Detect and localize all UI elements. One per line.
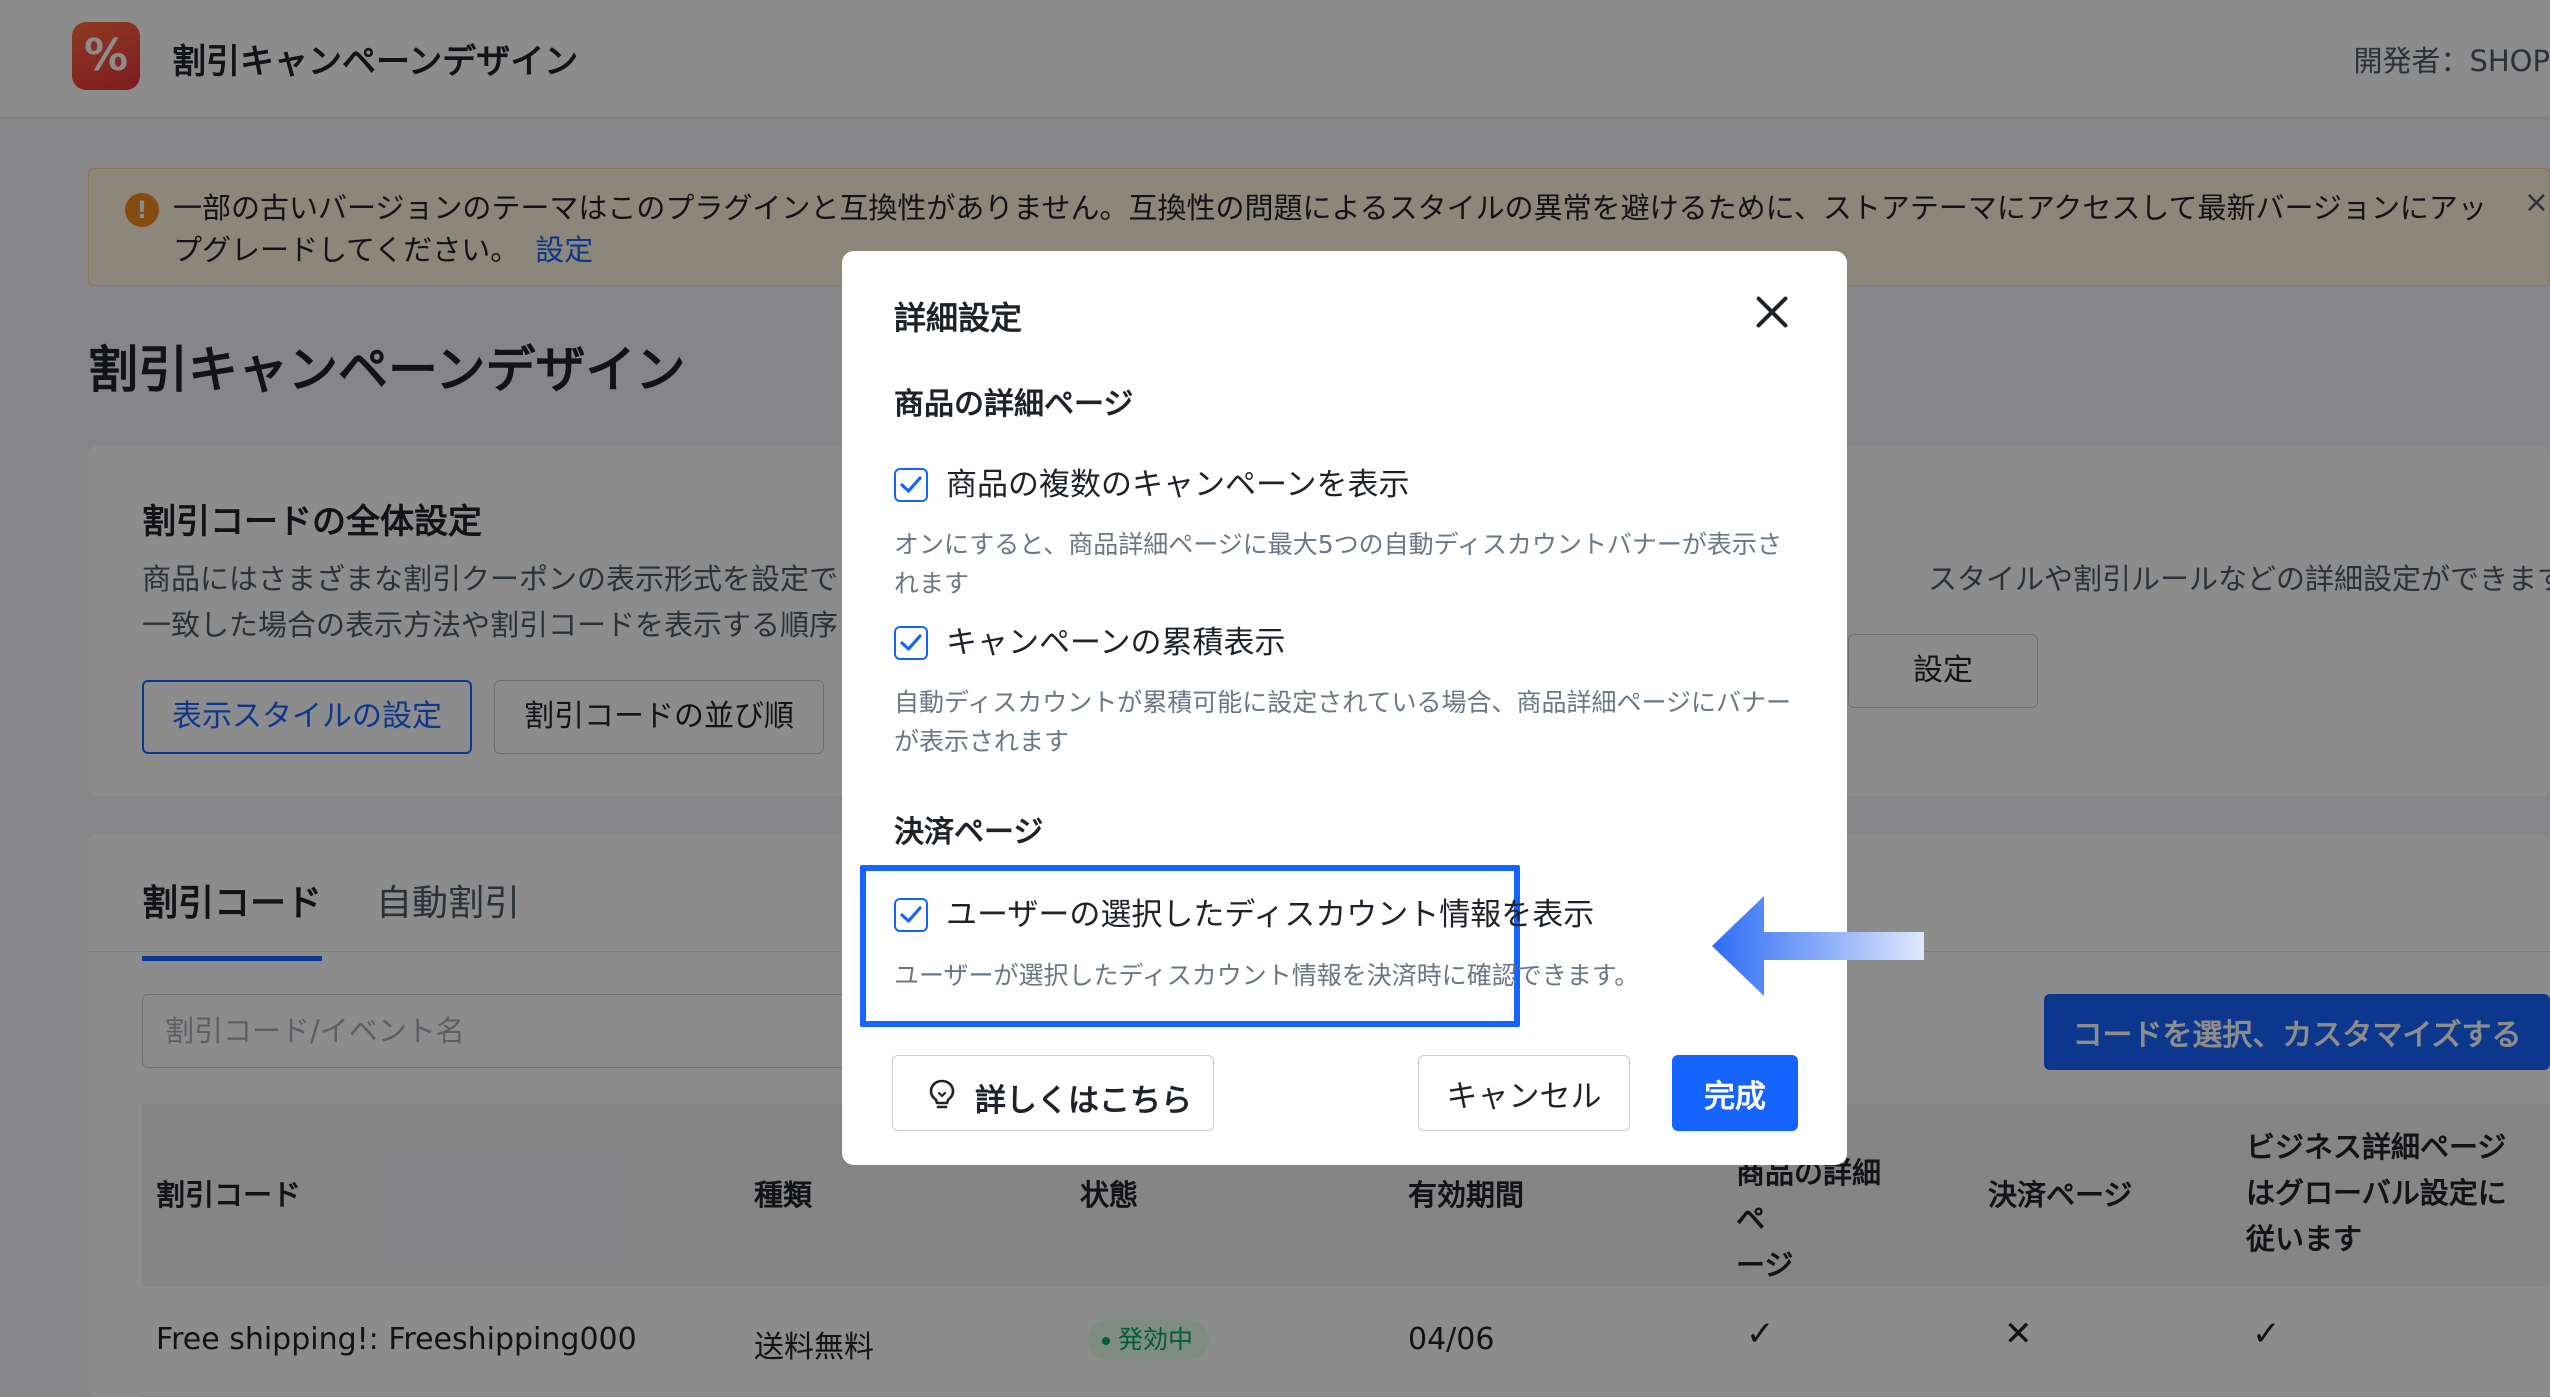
checkmark-icon	[900, 476, 922, 493]
done-button[interactable]: 完成	[1672, 1055, 1798, 1131]
close-icon[interactable]	[1751, 291, 1793, 333]
multi-campaign-help-line-1: オンにすると、商品詳細ページに最大5つの自動ディスカウントバナーが表示さ	[894, 530, 1782, 559]
user-discount-help: ユーザーが選択したディスカウント情報を決済時に確認できます。	[894, 961, 1640, 990]
cumulative-checkbox[interactable]	[894, 626, 928, 660]
checkmark-icon	[900, 634, 922, 651]
multi-campaign-checkbox[interactable]	[894, 468, 928, 502]
user-discount-label: ユーザーの選択したディスカウント情報を表示	[946, 897, 1595, 933]
lightbulb-icon	[929, 1079, 955, 1109]
cancel-button[interactable]: キャンセル	[1418, 1055, 1630, 1131]
cumulative-help-line-1: 自動ディスカウントが累積可能に設定されている場合、商品詳細ページにバナー	[894, 688, 1792, 717]
section-product-page: 商品の詳細ページ	[894, 387, 1134, 422]
learn-more-label: 詳しくはこちら	[975, 1083, 1192, 1119]
learn-more-button[interactable]: 詳しくはこちら	[892, 1055, 1214, 1131]
multi-campaign-help-line-2: れます	[894, 569, 970, 598]
user-discount-checkbox[interactable]	[894, 898, 928, 932]
cumulative-help-line-2: が表示されます	[894, 727, 1070, 756]
left-arrow-icon	[1712, 896, 1924, 996]
cumulative-help: 自動ディスカウントが累積可能に設定されている場合、商品詳細ページにバナー が表示…	[894, 683, 1799, 761]
cumulative-label: キャンペーンの累積表示	[946, 625, 1286, 661]
multi-campaign-help: オンにすると、商品詳細ページに最大5つの自動ディスカウントバナーが表示さ れます	[894, 525, 1799, 603]
dialog-title: 詳細設定	[894, 299, 1023, 337]
advanced-settings-dialog: 詳細設定 商品の詳細ページ 商品の複数のキャンペーンを表示 オンにすると、商品詳…	[842, 251, 1847, 1165]
section-checkout-page: 決済ページ	[894, 815, 1044, 850]
highlight-frame	[860, 865, 1520, 1027]
checkmark-icon	[900, 906, 922, 923]
multi-campaign-label: 商品の複数のキャンペーンを表示	[946, 467, 1410, 503]
